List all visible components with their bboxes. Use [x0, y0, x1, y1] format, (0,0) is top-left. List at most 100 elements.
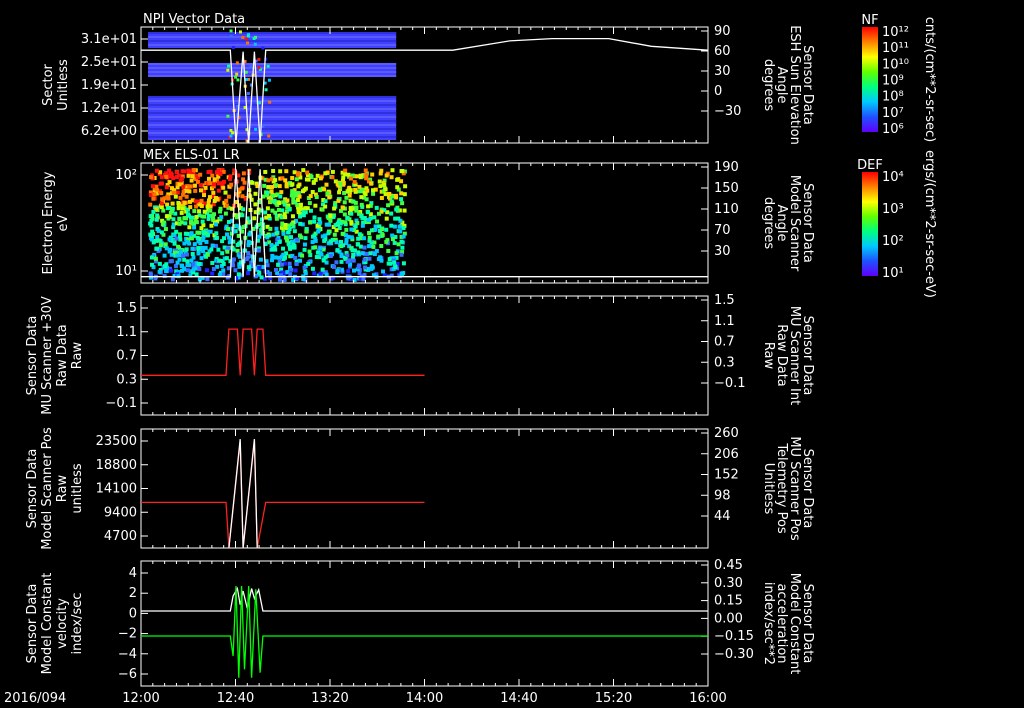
heat-cell: [293, 255, 298, 260]
heat-cell: [241, 207, 246, 212]
heat-cell: [229, 182, 234, 187]
heat-cell: [199, 188, 204, 193]
heat-cell: [365, 188, 370, 193]
heat-cell: [367, 238, 372, 243]
heat-cell: [217, 258, 222, 263]
heat-cell: [394, 207, 399, 212]
y-tick-label: 1.2e+01: [81, 101, 137, 116]
colorbar-tick: 10¹²: [882, 25, 909, 40]
heat-cell: [252, 37, 256, 41]
heat-cell: [275, 230, 280, 235]
heat-cell: [271, 169, 276, 174]
colorbar-tick: 10¹: [882, 266, 904, 281]
heat-cell: [389, 200, 394, 205]
heat-cell: [210, 271, 215, 276]
y-tick-right-label: 1.5: [714, 293, 735, 308]
heat-cell: [281, 246, 286, 251]
heat-cell: [214, 231, 219, 236]
heat-cell: [192, 183, 197, 188]
heat-cell: [340, 231, 345, 236]
heat-cell: [313, 245, 318, 250]
heat-cell: [330, 175, 335, 180]
heat-cell: [386, 248, 391, 253]
heat-cell: [253, 202, 258, 207]
heat-cell: [240, 186, 245, 191]
heat-cell: [170, 277, 175, 282]
heat-cell: [246, 239, 251, 244]
heat-cell: [335, 269, 340, 274]
heat-cell: [313, 238, 318, 243]
heat-cell: [381, 269, 386, 274]
y-tick-label: 0.3: [116, 372, 137, 387]
y-tick-label: 2: [129, 586, 137, 601]
heat-cell: [319, 252, 324, 257]
band-stripe: [148, 132, 397, 134]
heat-cell: [371, 191, 376, 196]
y-tick-label: 18800: [96, 458, 137, 473]
heat-cell: [225, 275, 230, 280]
heat-cell: [244, 37, 248, 41]
heat-cell: [175, 253, 180, 258]
heat-cell: [392, 224, 397, 229]
heat-cell: [191, 262, 196, 267]
heat-cell: [200, 219, 205, 224]
x-tick-label: 14:40: [500, 691, 537, 706]
colorbar-title: DEF: [857, 158, 883, 173]
heat-cell: [180, 169, 185, 174]
heat-cell: [296, 208, 301, 213]
heat-cell: [154, 168, 159, 173]
y-tick-label: 0: [129, 606, 137, 621]
heat-cell: [393, 264, 398, 269]
heat-cell: [186, 168, 191, 173]
heat-cell: [179, 210, 184, 215]
y-axis-label: Raw: [55, 474, 70, 502]
heat-cell: [356, 265, 361, 270]
heat-cell: [384, 239, 389, 244]
heat-cell: [192, 209, 197, 214]
heat-cell: [274, 226, 279, 231]
heat-cell: [234, 75, 238, 79]
heat-cell: [208, 229, 213, 234]
heat-cell: [257, 66, 261, 70]
heat-cell: [241, 177, 246, 182]
x-tick-label: 16:00: [689, 691, 726, 706]
heat-cell: [399, 169, 404, 174]
heat-cell: [157, 269, 162, 274]
heat-cell: [297, 194, 302, 199]
heat-cell: [403, 184, 408, 189]
heat-cell: [252, 216, 257, 221]
heat-cell: [178, 178, 183, 183]
colorbar-tick: 10⁸: [882, 90, 904, 105]
x-tick-label: 13:20: [311, 691, 348, 706]
heat-cell: [224, 256, 229, 261]
heat-cell: [154, 217, 159, 222]
y-axis-label: Sensor Data: [25, 316, 40, 396]
heat-cell: [271, 232, 276, 237]
heat-cell: [269, 189, 274, 194]
heat-cell: [177, 234, 182, 239]
heat-cell: [400, 201, 405, 206]
heat-cell: [206, 176, 211, 181]
heat-cell: [318, 220, 323, 225]
heat-cell: [383, 187, 388, 192]
heat-cell: [187, 189, 192, 194]
heat-cell: [400, 245, 405, 250]
heat-cell: [185, 239, 190, 244]
colorbar-units: ergs/(cm**2-sr-sec-eV): [922, 150, 937, 298]
heat-cell: [234, 223, 239, 228]
heat-cell: [269, 185, 274, 190]
band-stripe: [148, 136, 397, 138]
heat-cell: [399, 272, 404, 277]
heat-cell: [371, 188, 376, 193]
heat-cell: [199, 198, 204, 203]
heat-cell: [267, 134, 271, 138]
x-tick-label: 14:00: [406, 691, 443, 706]
heat-cell: [268, 226, 273, 231]
y-tick-right-label: −0.15: [714, 629, 754, 644]
heat-cell: [192, 242, 197, 247]
heat-cell: [191, 221, 196, 226]
heat-cell: [324, 182, 329, 187]
heat-cell: [335, 248, 340, 253]
heat-cell: [292, 229, 297, 234]
heat-cell: [328, 214, 333, 219]
